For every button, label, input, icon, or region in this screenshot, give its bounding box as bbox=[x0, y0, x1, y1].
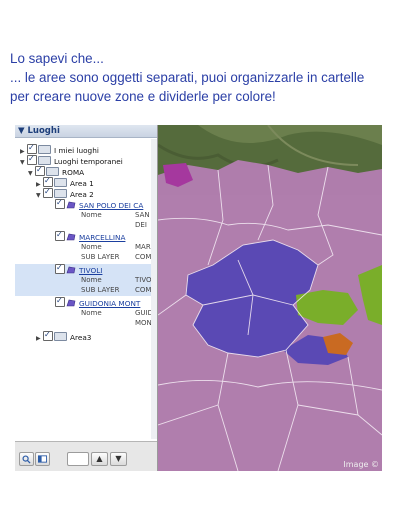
polygon-icon bbox=[66, 201, 76, 209]
move-up-button[interactable]: ▲ bbox=[91, 452, 108, 466]
attr-key: Nome bbox=[81, 211, 102, 219]
polygon-icon bbox=[66, 299, 76, 307]
tree-item-polygon[interactable]: MARCELLINA bbox=[55, 229, 125, 242]
attr-value: COM bbox=[135, 286, 152, 294]
tree-item-label: I miei luoghi bbox=[54, 146, 99, 155]
checkbox[interactable] bbox=[55, 197, 65, 209]
checkbox[interactable] bbox=[43, 186, 53, 198]
vertical-scrollbar[interactable] bbox=[151, 139, 157, 439]
checkbox[interactable] bbox=[55, 262, 65, 274]
panel-bottom-bar: ▲ ▼ bbox=[15, 441, 157, 471]
google-earth-screenshot: ▼ Luoghi ▶ I miei luoghi ▼ Luoghi temporan… bbox=[15, 125, 382, 471]
tree-item-polygon[interactable]: GUIDONIA MONT bbox=[55, 295, 140, 308]
tree-item-label: Area 1 bbox=[70, 179, 94, 188]
polygon-link[interactable]: SAN POLO DEI CA bbox=[79, 201, 143, 210]
caption-line-3: per creare nuove zone e dividerle per co… bbox=[10, 89, 276, 104]
tree-item-label: Area3 bbox=[70, 333, 92, 342]
attr-value: MAR bbox=[135, 243, 151, 251]
opacity-field[interactable] bbox=[67, 452, 89, 466]
attr-value: MON bbox=[135, 319, 152, 327]
search-button[interactable] bbox=[19, 452, 34, 466]
tree-item-area3[interactable]: ▶ Area3 bbox=[36, 329, 92, 344]
search-icon bbox=[22, 455, 31, 464]
panel-toggle-icon bbox=[38, 455, 47, 463]
places-panel-header[interactable]: ▼ Luoghi bbox=[15, 125, 157, 138]
collapse-arrow-icon[interactable]: ▼ bbox=[20, 157, 27, 168]
attr-key: Nome bbox=[81, 243, 102, 251]
expand-arrow-icon[interactable]: ▶ bbox=[36, 333, 43, 344]
attr-key: Nome bbox=[81, 309, 102, 317]
map-canvas[interactable] bbox=[158, 125, 382, 471]
collapse-arrow-icon[interactable]: ▼ bbox=[36, 190, 43, 201]
caption-line-2: ... le aree sono oggetti separati, puoi … bbox=[10, 70, 365, 85]
attr-value: TIVO bbox=[135, 276, 152, 284]
attr-value: COM bbox=[135, 253, 152, 261]
polygon-link[interactable]: MARCELLINA bbox=[79, 233, 125, 242]
polygon-icon bbox=[66, 233, 76, 241]
map-view[interactable]: Image © bbox=[158, 125, 382, 471]
attr-key: SUB LAYER bbox=[81, 253, 120, 261]
tree-item-polygon[interactable]: SAN POLO DEI CA bbox=[55, 197, 143, 210]
move-down-button[interactable]: ▼ bbox=[110, 452, 127, 466]
places-panel: ▼ Luoghi ▶ I miei luoghi ▼ Luoghi temporan… bbox=[15, 125, 158, 471]
tree-item-polygon[interactable]: TIVOLI bbox=[55, 262, 102, 275]
tip-caption: Lo sapevi che... ... le aree sono oggett… bbox=[10, 49, 395, 106]
map-attribution: Image © bbox=[343, 460, 379, 469]
tree-item-label: Luoghi temporanei bbox=[54, 157, 123, 166]
folder-icon bbox=[54, 178, 67, 187]
tree-item-label: Area 2 bbox=[70, 190, 94, 199]
tree-item-label: ROMA bbox=[62, 168, 85, 177]
panel-toggle-button[interactable] bbox=[35, 452, 50, 466]
polygon-link[interactable]: GUIDONIA MONT bbox=[79, 299, 140, 308]
attr-value: DEI bbox=[135, 221, 147, 229]
checkbox[interactable] bbox=[55, 229, 65, 241]
caption-line-1: Lo sapevi che... bbox=[10, 51, 104, 66]
checkbox[interactable] bbox=[55, 295, 65, 307]
attr-key: Nome bbox=[81, 276, 102, 284]
tree-item-area2[interactable]: ▼ Area 2 bbox=[36, 186, 94, 201]
folder-icon bbox=[54, 332, 67, 341]
collapse-arrow-icon[interactable]: ▼ bbox=[28, 168, 35, 179]
polygon-icon bbox=[66, 266, 76, 274]
attr-value: SAN bbox=[135, 211, 150, 219]
folder-icon bbox=[38, 145, 51, 154]
attr-key: SUB LAYER bbox=[81, 286, 120, 294]
tree-item-roma[interactable]: ▼ ROMA bbox=[28, 164, 85, 179]
checkbox[interactable] bbox=[43, 329, 53, 341]
polygon-link[interactable]: TIVOLI bbox=[79, 266, 102, 275]
